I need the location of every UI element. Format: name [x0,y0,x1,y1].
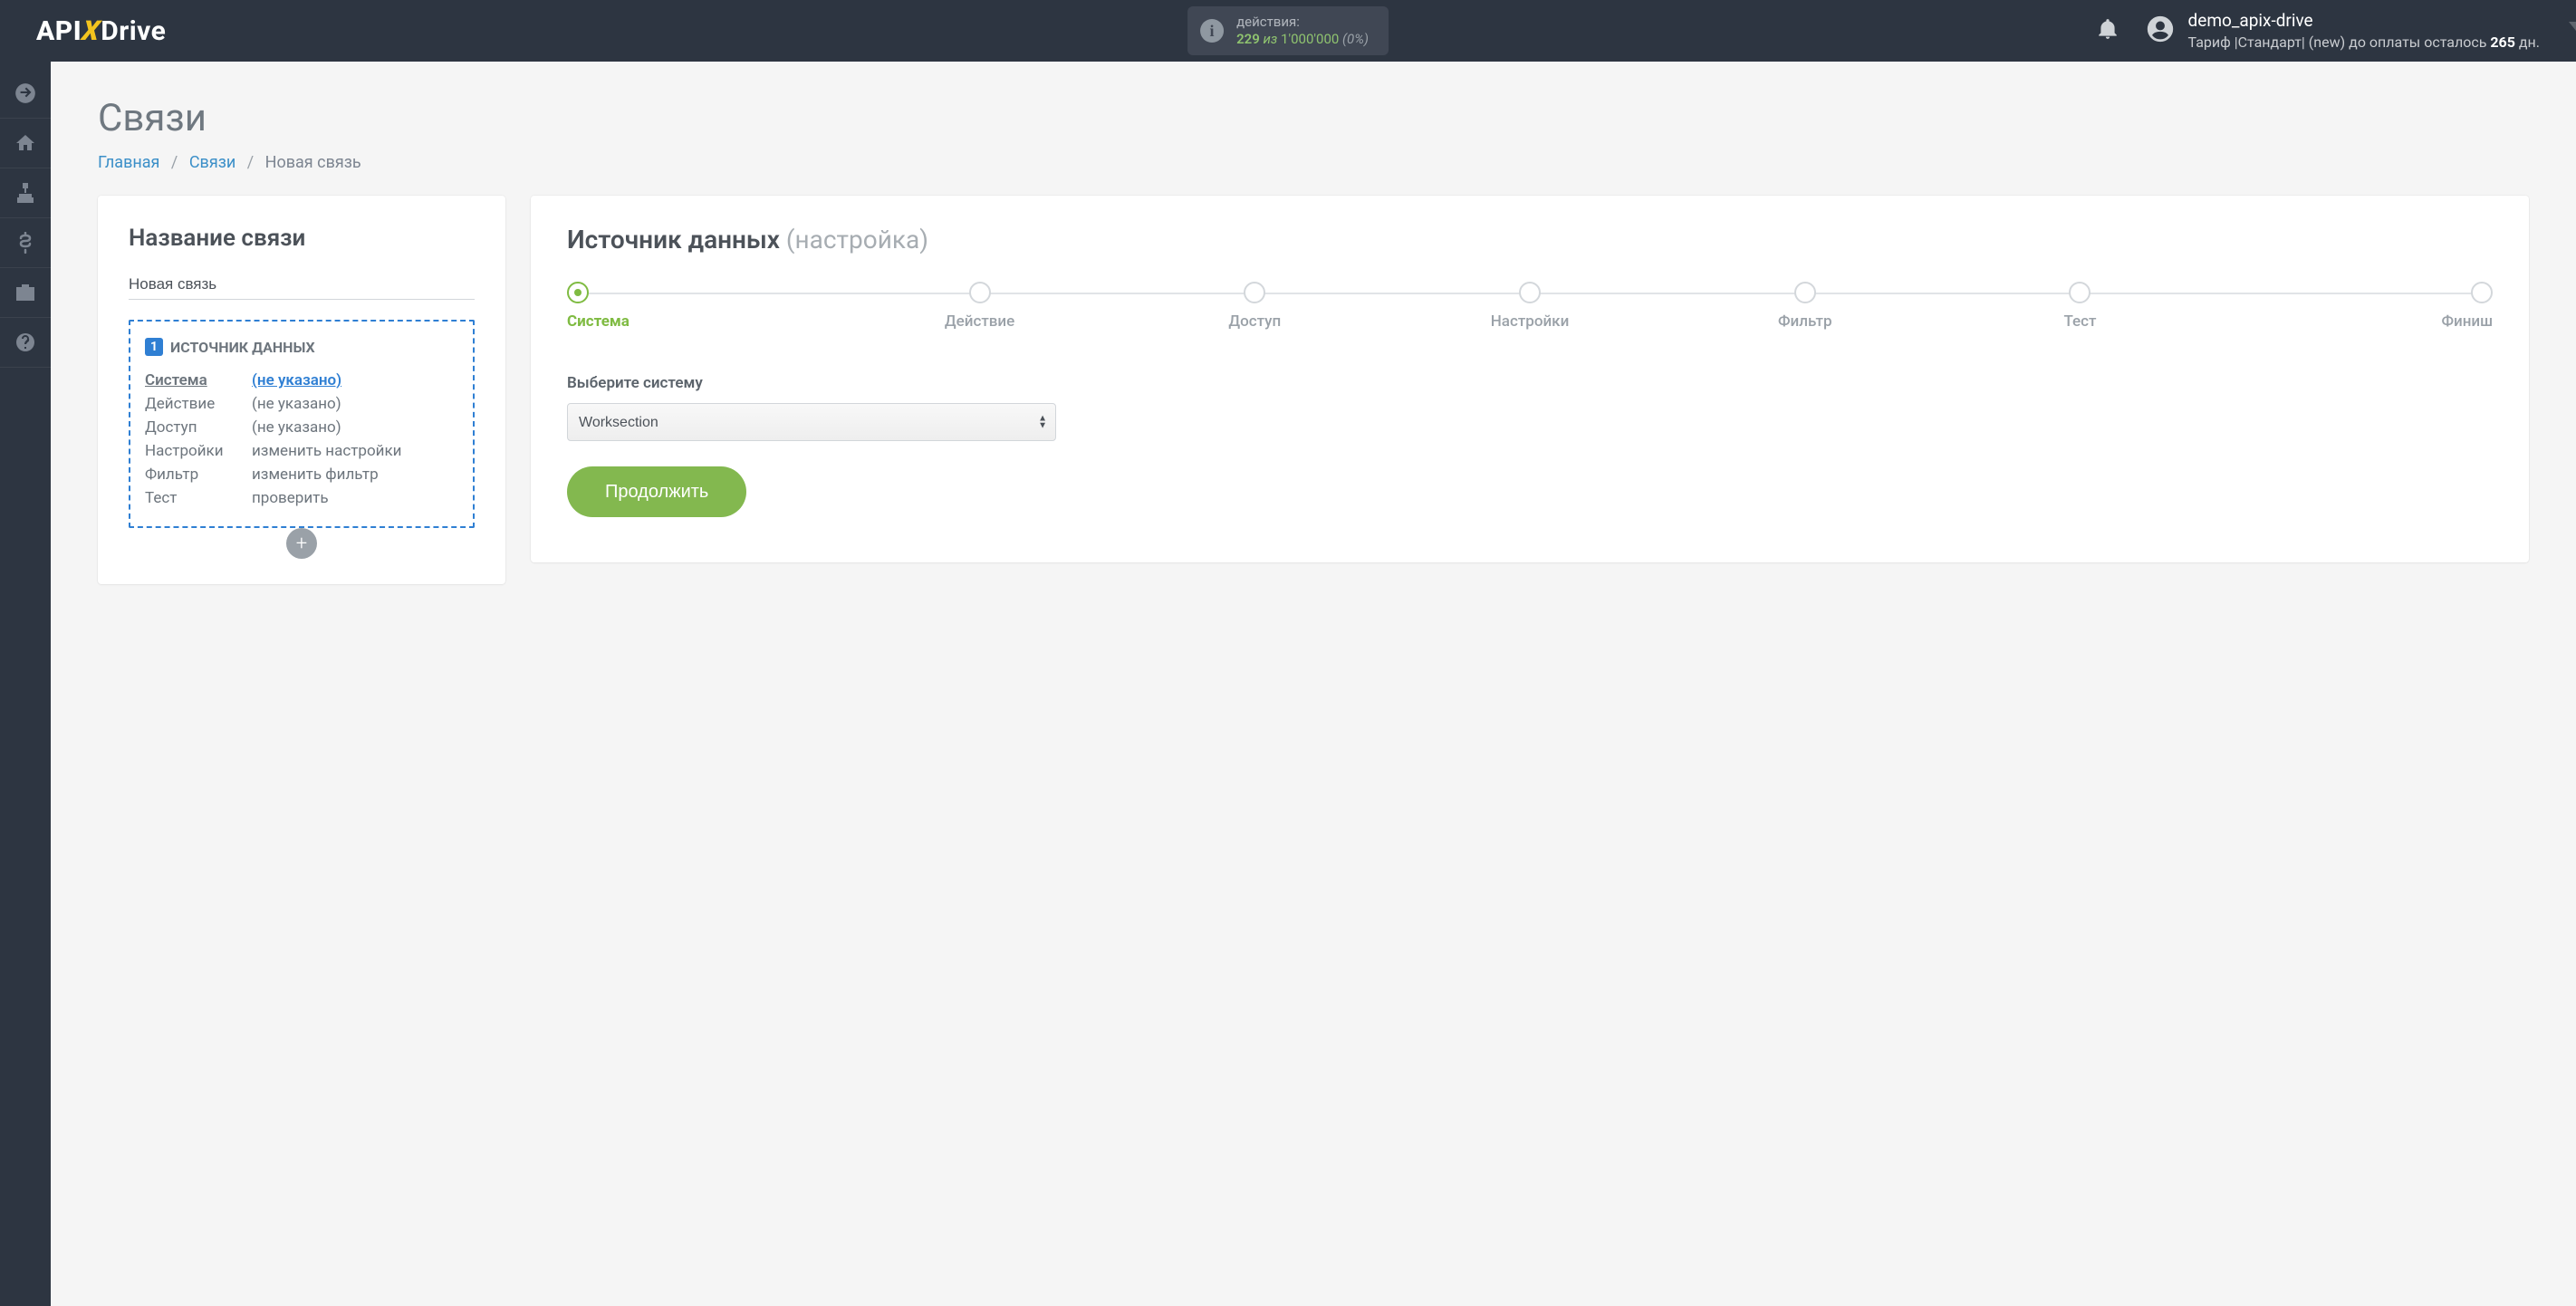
crumb-sep: / [171,153,178,172]
row-val: изменить настройки [252,442,401,460]
step-label: Тест [2063,312,2096,331]
row-val: (не указано) [252,418,341,437]
actions-label: действия: [1236,14,1369,31]
source-row-action[interactable]: Действие (не указано) [145,392,458,416]
row-val: (не указано) [252,395,341,413]
crumb-links[interactable]: Связи [189,153,235,172]
crumb-sep: / [247,153,254,172]
step-label: Действие [945,312,1014,331]
info-icon: i [1200,19,1224,43]
row-key: Настройки [145,442,239,460]
main-content: Связи Главная / Связи / Новая связь Назв… [51,62,2576,619]
columns: Название связи 1 ИСТОЧНИК ДАННЫХ Система… [98,196,2529,584]
user-tariff: Тариф |Стандарт| (new) до оплаты осталос… [2188,33,2540,53]
actions-pct: (0%) [1342,31,1369,47]
step-finish[interactable]: Финиш [2217,282,2493,331]
step-dot [1794,282,1816,303]
step-system[interactable]: Система [567,282,842,331]
actions-total: 1'000'000 [1281,31,1339,47]
step-access[interactable]: Доступ [1117,282,1392,331]
step-label: Фильтр [1778,312,1832,331]
step-label: Финиш [2441,312,2493,331]
row-key: Действие [145,395,239,413]
step-filter[interactable]: Фильтр [1668,282,1943,331]
source-row-system[interactable]: Система (не указано) [145,369,458,392]
left-heading: Название связи [129,225,475,252]
row-val: (не указано) [252,371,341,389]
step-dot [1519,282,1541,303]
actions-line2: 229 из 1'000'000 (0%) [1236,31,1369,48]
rail-enter[interactable] [0,69,51,119]
step-test[interactable]: Тест [1943,282,2218,331]
card-connection-name: Название связи 1 ИСТОЧНИК ДАННЫХ Система… [98,196,505,584]
step-settings[interactable]: Настройки [1392,282,1668,331]
rail-briefcase[interactable] [0,268,51,318]
source-box-label: ИСТОЧНИК ДАННЫХ [170,339,315,356]
step-dot [567,282,589,303]
step-dot [969,282,991,303]
logo-drive: Drive [101,15,166,47]
tariff-suffix: дн. [2515,34,2540,51]
crumb-home[interactable]: Главная [98,153,159,172]
page-title: Связи [98,96,2529,140]
user-name: demo_apix-drive [2188,9,2540,33]
select-system-wrap: Worksection ▲▼ [567,403,1056,441]
source-row-filter[interactable]: Фильтр изменить фильтр [145,463,458,486]
breadcrumb: Главная / Связи / Новая связь [98,153,2529,172]
chevron-down-icon[interactable] [2569,22,2576,31]
source-box: 1 ИСТОЧНИК ДАННЫХ Система (не указано) Д… [129,320,475,528]
row-val: проверить [252,489,329,507]
step-label: Настройки [1491,312,1570,331]
connection-name-input[interactable] [129,272,475,300]
source-row-access[interactable]: Доступ (не указано) [145,416,458,439]
row-key: Тест [145,489,239,507]
row-key: Система [145,371,239,389]
logo-api: API [36,15,82,47]
step-dot [2471,282,2493,303]
avatar-icon [2145,14,2176,48]
actions-count: 229 [1236,31,1260,47]
rail-help[interactable] [0,318,51,368]
row-key: Доступ [145,418,239,437]
app-header: APIXDrive i действия: 229 из 1'000'000 (… [0,0,2576,62]
step-dot [2069,282,2091,303]
card-source-setup: Источник данных (настройка) Система Дейс… [531,196,2529,562]
source-row-test[interactable]: Тест проверить [145,486,458,510]
header-right: demo_apix-drive Тариф |Стандарт| (new) д… [2096,9,2540,52]
source-row-settings[interactable]: Настройки изменить настройки [145,439,458,463]
bell-icon[interactable] [2096,17,2119,44]
stepper: Система Действие Доступ Настройки Фильтр [567,282,2493,331]
side-rail [0,62,51,1306]
crumb-current: Новая связь [265,153,361,172]
step-label: Система [567,312,630,331]
user-text: demo_apix-drive Тариф |Стандарт| (new) д… [2188,9,2540,52]
continue-button[interactable]: Продолжить [567,466,746,517]
source-rows: Система (не указано) Действие (не указан… [145,369,458,510]
right-heading-light: (настройка) [786,225,928,254]
actions-iz: из [1264,31,1278,47]
actions-counter[interactable]: i действия: 229 из 1'000'000 (0%) [1187,6,1389,55]
add-step-button[interactable]: + [286,528,317,559]
rail-connections[interactable] [0,168,51,218]
right-heading: Источник данных (настройка) [567,225,2493,254]
logo-x: X [81,15,102,47]
right-heading-main: Источник данных [567,225,786,254]
rail-billing[interactable] [0,218,51,268]
logo[interactable]: APIXDrive [36,15,166,47]
tariff-days: 265 [2490,34,2515,51]
step-dot [1244,282,1265,303]
step-label: Доступ [1228,312,1281,331]
row-key: Фильтр [145,466,239,484]
select-system[interactable]: Worksection [567,403,1056,441]
user-menu[interactable]: demo_apix-drive Тариф |Стандарт| (new) д… [2145,9,2540,52]
row-val: изменить фильтр [252,466,379,484]
source-num-badge: 1 [145,338,163,356]
select-system-label: Выберите систему [567,374,2493,392]
actions-text: действия: 229 из 1'000'000 (0%) [1236,14,1369,48]
source-box-title: 1 ИСТОЧНИК ДАННЫХ [145,338,458,356]
tariff-prefix: Тариф |Стандарт| (new) до оплаты осталос… [2188,34,2491,51]
rail-home[interactable] [0,119,51,168]
step-action[interactable]: Действие [842,282,1118,331]
